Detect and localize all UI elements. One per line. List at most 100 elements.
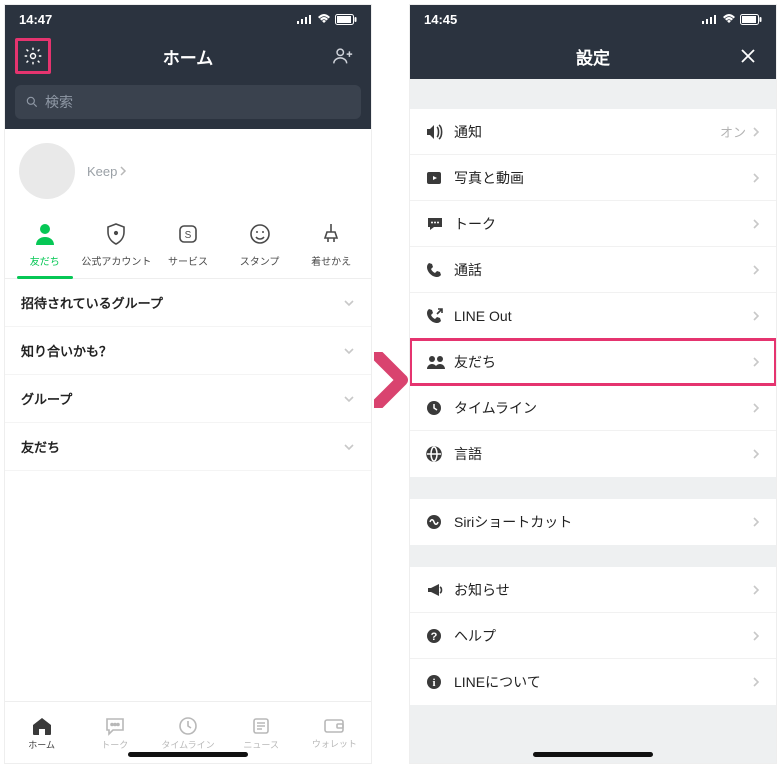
navbar: ホーム [5,33,371,79]
chevron-right-icon [752,630,760,642]
profile-row[interactable]: Keep [5,129,371,209]
settings-button[interactable] [15,38,51,74]
settings-row-chat[interactable]: トーク [410,201,776,247]
tab-stamps[interactable]: スタンプ [224,221,296,278]
status-icons [297,14,357,25]
settings-list[interactable]: 通知オン写真と動画トーク通話 LINE Out 友だちタイムライン言語 Siriショー… [410,79,776,763]
chevron-right-icon [752,264,760,276]
section-maybe-know[interactable]: 知り合いかも？ [5,327,371,375]
help-icon: ? [426,628,454,644]
settings-row-label: お知らせ [454,580,752,600]
home-sections: 招待されているグループ 知り合いかも？ グループ 友だち [5,279,371,701]
settings-row-help[interactable]: ? ヘルプ [410,613,776,659]
settings-row-label: 通知 [454,122,720,142]
close-button[interactable] [730,38,766,74]
settings-row-info[interactable]: i LINEについて [410,659,776,705]
keep-link[interactable]: Keep [87,164,127,179]
svg-text:S: S [185,230,192,241]
settings-row-phone-out[interactable]: LINE Out [410,293,776,339]
settings-group: 通知オン写真と動画トーク通話 LINE Out 友だちタイムライン言語 [410,109,776,477]
status-time: 14:45 [424,12,457,27]
chevron-right-icon [752,402,760,414]
chevron-right-icon [752,356,760,368]
settings-row-label: トーク [454,214,752,234]
service-icon: S [177,223,199,245]
tab-themes[interactable]: 着せかえ [295,221,367,278]
chevron-right-icon [752,218,760,230]
page-title: 設定 [410,44,776,69]
settings-row-label: LINEについて [454,672,752,692]
person-icon [35,223,55,245]
search-input[interactable]: 検索 [15,85,361,119]
section-invited-groups[interactable]: 招待されているグループ [5,279,371,327]
svg-text:i: i [432,677,435,689]
settings-row-label: 通話 [454,260,752,280]
chevron-right-icon [752,516,760,528]
settings-row-label: LINE Out [454,308,752,324]
settings-row-label: 写真と動画 [454,168,752,188]
settings-row-video[interactable]: 写真と動画 [410,155,776,201]
chevron-down-icon [343,299,355,307]
settings-row-label: ヘルプ [454,626,752,646]
tab-services[interactable]: S サービス [152,221,224,278]
settings-row-speaker[interactable]: 通知オン [410,109,776,155]
section-friends[interactable]: 友だち [5,423,371,471]
settings-row-siri[interactable]: Siriショートカット [410,499,776,545]
bottom-home[interactable]: ホーム [5,716,78,751]
wallet-icon [323,717,345,735]
brush-icon [321,222,341,246]
section-groups[interactable]: グループ [5,375,371,423]
bottom-wallet[interactable]: ウォレット [298,717,371,750]
chevron-right-icon [752,584,760,596]
wifi-icon [722,14,736,24]
search-bar: 検索 [5,79,371,129]
category-tabs: 友だち 公式アカウント S サービス スタンプ 着せかえ [5,209,371,279]
settings-row-clock[interactable]: タイムライン [410,385,776,431]
news-icon [251,716,271,736]
status-bar: 14:47 [5,5,371,33]
status-time: 14:47 [19,12,52,27]
bottom-news[interactable]: ニュース [225,716,298,751]
settings-row-friends[interactable]: 友だち [410,339,776,385]
settings-group: お知らせ? ヘルプ i LINEについて [410,567,776,705]
status-bar: 14:45 [410,5,776,33]
bottom-timeline[interactable]: タイムライン [151,716,224,751]
chevron-right-icon [752,172,760,184]
search-placeholder: 検索 [45,92,73,112]
settings-row-phone[interactable]: 通話 [410,247,776,293]
signal-icon [297,14,313,24]
svg-text:?: ? [431,631,438,643]
phone-icon [426,262,454,278]
status-icons [702,14,762,25]
megaphone-icon [426,583,454,597]
gear-icon [23,46,43,66]
globe-icon [426,446,454,462]
arrow-right-icon [374,352,408,408]
settings-row-value: オン [720,122,746,141]
chevron-right-icon [752,310,760,322]
battery-icon [740,14,762,25]
settings-group: Siriショートカット [410,499,776,545]
signal-icon [702,14,718,24]
avatar [19,143,75,199]
add-friend-button[interactable] [325,38,361,74]
home-icon [31,716,53,736]
search-icon [25,95,39,109]
video-icon [426,170,454,186]
bottom-talk[interactable]: トーク [78,716,151,751]
chevron-right-icon [119,166,127,176]
home-screen: 14:47 ホーム 検索 Keep [4,4,372,764]
chat-icon [104,716,126,736]
battery-icon [335,14,357,25]
settings-row-label: 友だち [454,352,752,372]
settings-row-megaphone[interactable]: お知らせ [410,567,776,613]
home-indicator [533,752,653,757]
settings-row-globe[interactable]: 言語 [410,431,776,477]
tab-official[interactable]: 公式アカウント [81,221,153,278]
add-person-icon [332,45,354,67]
clock-icon [178,716,198,736]
info-icon: i [426,674,454,690]
tab-friends[interactable]: 友だち [9,221,81,278]
nav-left-spacer [420,38,456,74]
phone-out-icon [426,308,454,324]
